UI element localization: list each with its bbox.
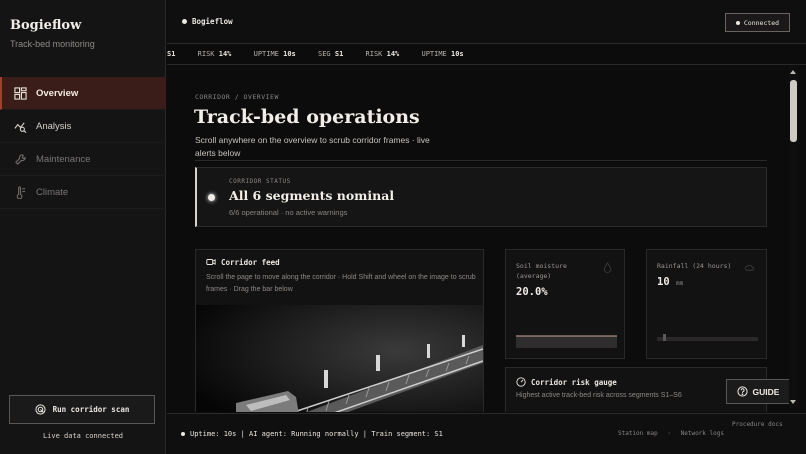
ticker-item: RISK 14% xyxy=(197,50,232,58)
status-subtitle: 6/6 operational · no active warnings xyxy=(229,208,348,217)
sidebar-item-climate[interactable]: Climate xyxy=(0,176,166,209)
risk-description: Highest active track-bed risk across seg… xyxy=(516,392,682,399)
scroll-down-arrow-icon[interactable] xyxy=(790,400,796,404)
ticker-item: UPTIME 10s xyxy=(421,50,464,58)
feed-title: Corridor feed xyxy=(206,257,280,267)
scroll-up-arrow-icon[interactable] xyxy=(790,70,796,74)
gauge-icon xyxy=(516,377,526,387)
top-bar-title: Bogieflow xyxy=(182,17,233,26)
feed-description: Scroll the page to move along the corrid… xyxy=(206,274,476,293)
page-title: Track-bed operations xyxy=(194,106,420,128)
brand-name: Bogieflow xyxy=(10,18,82,33)
droplet-icon xyxy=(603,262,612,273)
footer-status-text: Uptime: 10s | AI agent: Running normally… xyxy=(190,430,443,438)
trend-analysis-icon xyxy=(13,119,27,133)
station-map-link[interactable]: Station map xyxy=(618,430,658,437)
page-lead: Scroll anywhere on the overview to scrub… xyxy=(195,135,430,158)
metrics-ticker: S1 RISK 14% UPTIME 10s SEG S1 RISK 14% U… xyxy=(167,45,806,65)
connection-badge[interactable]: Connected xyxy=(725,13,790,32)
wrench-icon xyxy=(13,152,27,166)
brand-subtitle: Track-bed monitoring xyxy=(10,39,95,49)
ticker-item: UPTIME 10s xyxy=(253,50,296,58)
sidebar-nav: Overview Analysis Maintenance Climate xyxy=(0,77,166,209)
network-logs-link[interactable]: Network logs xyxy=(681,430,724,437)
procedure-docs-link[interactable]: Procedure docs xyxy=(732,421,783,428)
guide-button[interactable]: GUIDE xyxy=(726,379,790,404)
footer-status-dot-icon xyxy=(181,432,185,436)
scrollbar-thumb[interactable] xyxy=(790,80,797,142)
scan-icon xyxy=(35,404,46,415)
main-scrollbar[interactable] xyxy=(789,66,798,408)
thermometer-icon xyxy=(13,185,27,199)
run-button-label: Run corridor scan xyxy=(52,405,130,414)
ticker-item: S1 xyxy=(167,50,176,58)
video-camera-icon xyxy=(206,259,216,265)
soil-moisture-card: Soil moisture (average) 20.0% xyxy=(505,249,625,359)
rainfall-label: Rainfall (24 hours) xyxy=(657,262,732,270)
status-title: All 6 segments nominal xyxy=(229,188,395,203)
soil-moisture-value: 20.0% xyxy=(516,286,548,298)
status-label: CORRIDOR STATUS xyxy=(229,178,291,185)
live-data-status: Live data connected xyxy=(42,432,124,440)
risk-title: Corridor risk gauge xyxy=(516,377,617,387)
corridor-feed-image[interactable] xyxy=(196,305,483,412)
sidebar-item-label: Maintenance xyxy=(36,153,91,165)
help-icon xyxy=(736,386,748,397)
ticker-item: RISK 14% xyxy=(365,50,400,58)
rainfall-bars xyxy=(657,334,758,341)
footer-links: Station map · Network logs xyxy=(618,430,730,437)
footer-status: Uptime: 10s | AI agent: Running normally… xyxy=(181,430,443,438)
sidebar-item-maintenance[interactable]: Maintenance xyxy=(0,143,166,176)
soil-moisture-sparkline xyxy=(516,335,617,348)
risk-title-text: Corridor risk gauge xyxy=(531,377,617,387)
rainfall-card: Rainfall (24 hours) 10 mm xyxy=(646,249,767,359)
status-indicator-icon xyxy=(208,194,215,201)
run-corridor-scan-button[interactable]: Run corridor scan xyxy=(9,395,155,424)
soil-moisture-label: Soil moisture (average) xyxy=(516,262,567,280)
connection-dot-icon xyxy=(735,20,740,25)
sidebar-item-label: Climate xyxy=(36,186,69,198)
status-dot-icon xyxy=(182,19,187,24)
corridor-status-card: CORRIDOR STATUS All 6 segments nominal 6… xyxy=(195,167,767,227)
sidebar-item-analysis[interactable]: Analysis xyxy=(0,110,166,143)
ticker-item: SEG S1 xyxy=(318,50,344,58)
main-content[interactable]: CORRIDOR / OVERVIEW Track-bed operations… xyxy=(167,66,789,412)
rainfall-value: 10 mm xyxy=(657,276,684,288)
top-bar-title-text: Bogieflow xyxy=(192,17,233,26)
divider xyxy=(195,160,767,161)
sidebar-item-overview[interactable]: Overview xyxy=(0,77,166,110)
cloud-icon xyxy=(744,264,755,271)
feed-title-text: Corridor feed xyxy=(221,257,280,267)
sidebar-item-label: Analysis xyxy=(36,120,72,132)
breadcrumb: CORRIDOR / OVERVIEW xyxy=(195,93,279,101)
top-bar: Bogieflow Connected xyxy=(167,0,806,44)
corridor-feed-card: Corridor feed Scroll the page to move al… xyxy=(195,249,484,412)
status-footer: Procedure docs Uptime: 10s | AI agent: R… xyxy=(167,413,806,454)
footer-separator: · xyxy=(667,430,671,437)
app-root: Bogieflow Track-bed monitoring Overview … xyxy=(0,0,806,454)
sidebar-item-label: Overview xyxy=(36,87,79,99)
guide-label: GUIDE xyxy=(752,386,780,397)
dashboard-icon xyxy=(13,86,27,100)
connection-label: Connected xyxy=(743,18,780,27)
sidebar: Bogieflow Track-bed monitoring Overview … xyxy=(0,0,166,454)
